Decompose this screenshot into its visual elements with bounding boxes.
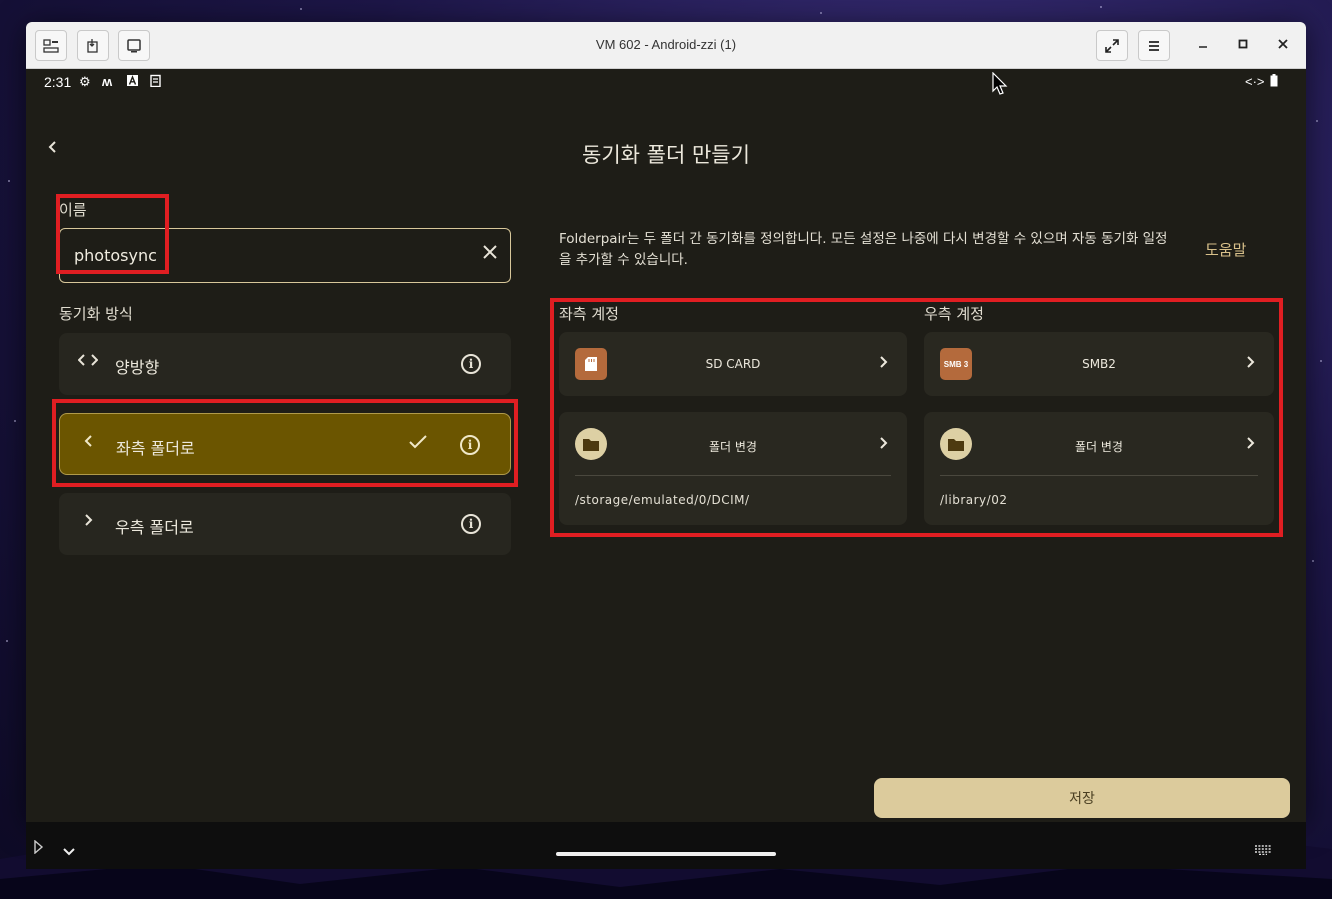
sync-option-to-right[interactable]: 우측 폴더로 i (59, 493, 511, 555)
sync-option-label: 우측 폴더로 (115, 518, 194, 537)
right-account-card[interactable]: SMB 3 SMB2 (924, 332, 1274, 396)
android-statusbar: 2:31 ⚙ ʍ <·> (26, 69, 1306, 95)
divider (575, 475, 891, 476)
name-input-value: photosync (74, 246, 157, 265)
chevron-down-icon[interactable] (63, 841, 75, 860)
clear-input-button[interactable] (482, 241, 498, 266)
menu-icon (1149, 40, 1159, 51)
sync-option-label: 양방향 (115, 358, 160, 377)
right-folder-card[interactable]: 폴더 변경 /library/02 (924, 412, 1274, 525)
chevron-right-icon (1246, 353, 1256, 374)
sync-option-to-left[interactable]: 좌측 폴더로 i (59, 413, 511, 475)
chevron-right-icon (77, 511, 99, 532)
right-change-folder-button[interactable]: 폴더 변경 (924, 438, 1274, 455)
name-input[interactable]: photosync (59, 228, 511, 283)
maximize-icon (1238, 39, 1248, 49)
sync-option-label: 좌측 폴더로 (116, 439, 195, 458)
app-screen: 동기화 폴더 만들기 이름 photosync 동기화 방식 양방향 i 좌측 … (26, 95, 1306, 822)
save-button[interactable]: 저장 (874, 778, 1290, 818)
left-account-card[interactable]: SD CARD (559, 332, 907, 396)
left-account-label: 좌측 계정 (559, 305, 619, 323)
help-link[interactable]: 도움말 (1205, 239, 1246, 260)
right-account-label: 우측 계정 (924, 305, 984, 323)
vm-window: VM 602 - Android-zzi (1) 2:31 ⚙ ʍ <·> 동기… (26, 22, 1306, 822)
settings-gear-icon: ⚙ (79, 74, 91, 89)
right-folder-path: /library/02 (940, 493, 1008, 507)
maximize-button[interactable] (1233, 36, 1253, 52)
clipboard-icon (150, 74, 161, 90)
m-app-icon: ʍ (102, 74, 113, 89)
name-label: 이름 (59, 201, 87, 219)
left-change-folder-button[interactable]: 폴더 변경 (559, 438, 907, 455)
info-icon[interactable]: i (461, 354, 481, 374)
close-window-button[interactable] (1273, 36, 1293, 52)
hamburger-menu-button[interactable] (1138, 30, 1170, 61)
chevron-right-icon (879, 434, 889, 455)
left-folder-path: /storage/emulated/0/DCIM/ (575, 493, 750, 507)
left-folder-card[interactable]: 폴더 변경 /storage/emulated/0/DCIM/ (559, 412, 907, 525)
chevron-right-icon (1246, 434, 1256, 455)
android-navbar (26, 822, 1306, 869)
check-icon (408, 431, 428, 456)
status-time: 2:31 (44, 74, 72, 90)
keyboard-icon[interactable] (1254, 840, 1272, 859)
close-icon (1278, 39, 1288, 49)
play-arrow-icon[interactable] (34, 839, 44, 858)
info-icon[interactable]: i (460, 435, 480, 455)
code-arrows-icon: <·> (1245, 74, 1265, 89)
minimize-button[interactable] (1193, 36, 1213, 52)
battery-icon (1270, 74, 1278, 90)
sync-option-two-way[interactable]: 양방향 i (59, 333, 511, 395)
expand-icon (1105, 38, 1119, 53)
minimize-icon (1199, 46, 1207, 48)
chevron-left-icon (78, 432, 100, 453)
window-titlebar: VM 602 - Android-zzi (1) (26, 22, 1306, 69)
left-account-name: SD CARD (705, 357, 761, 371)
home-gesture-bar[interactable] (556, 852, 776, 856)
chevron-right-icon (879, 353, 889, 374)
info-icon[interactable]: i (461, 514, 481, 534)
folderpair-description: Folderpair는 두 폴더 간 동기화를 정의합니다. 모든 설정은 나중… (559, 231, 1168, 268)
divider (940, 475, 1258, 476)
close-icon (483, 245, 497, 259)
code-brackets-icon (77, 351, 99, 372)
right-account-name: SMB2 (1082, 357, 1116, 371)
font-a-icon (127, 74, 138, 89)
sync-mode-label: 동기화 방식 (59, 305, 133, 323)
fullscreen-button[interactable] (1096, 30, 1128, 61)
page-title: 동기화 폴더 만들기 (582, 143, 750, 167)
